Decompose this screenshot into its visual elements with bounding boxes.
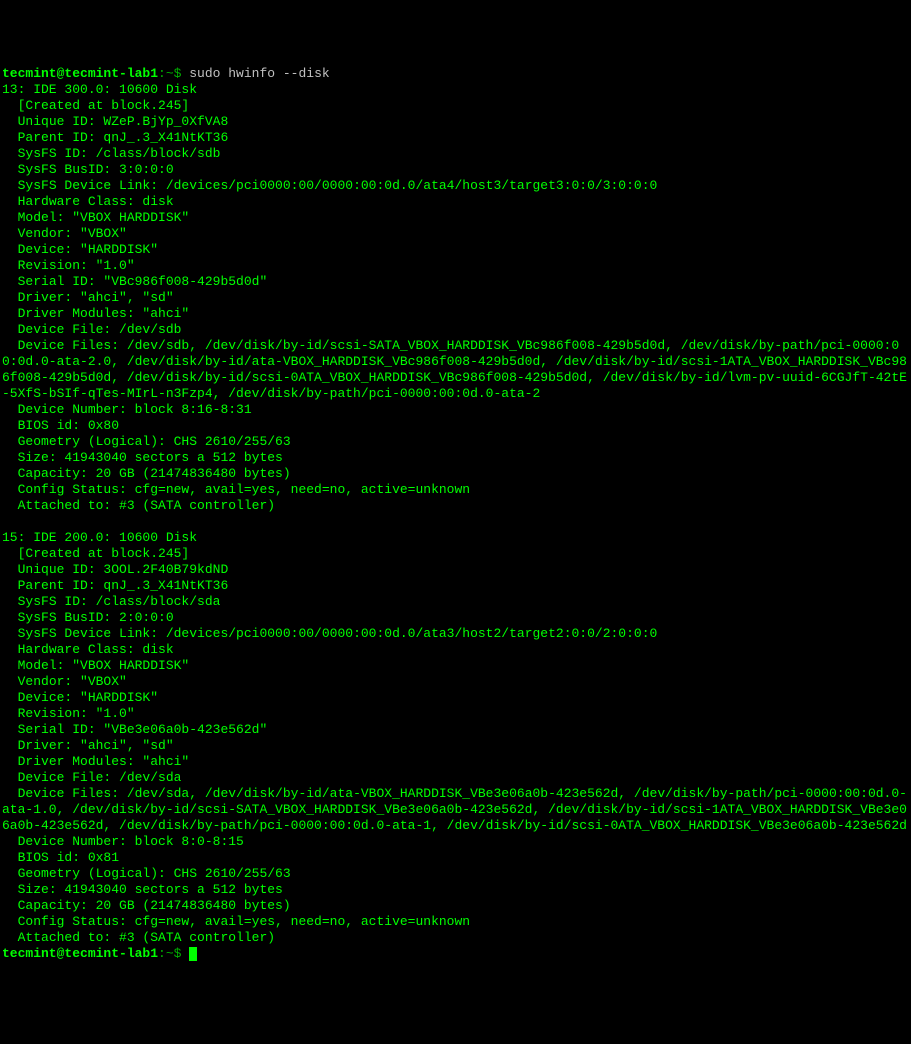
disk1-driver: Driver: "ahci", "sd" bbox=[2, 290, 174, 305]
disk2-capacity: Capacity: 20 GB (21474836480 bytes) bbox=[2, 898, 291, 913]
disk2-driver-modules: Driver Modules: "ahci" bbox=[2, 754, 189, 769]
prompt-path: :~$ bbox=[158, 66, 189, 81]
disk1-config-status: Config Status: cfg=new, avail=yes, need=… bbox=[2, 482, 470, 497]
disk1-model: Model: "VBOX HARDDISK" bbox=[2, 210, 189, 225]
disk1-capacity: Capacity: 20 GB (21474836480 bytes) bbox=[2, 466, 291, 481]
disk2-vendor: Vendor: "VBOX" bbox=[2, 674, 127, 689]
disk1-hw-class: Hardware Class: disk bbox=[2, 194, 174, 209]
disk1-geometry: Geometry (Logical): CHS 2610/255/63 bbox=[2, 434, 291, 449]
disk2-attached: Attached to: #3 (SATA controller) bbox=[2, 930, 275, 945]
disk1-parent-id: Parent ID: qnJ_.3_X41NtKT36 bbox=[2, 130, 228, 145]
disk1-created: [Created at block.245] bbox=[2, 98, 189, 113]
disk2-config-status: Config Status: cfg=new, avail=yes, need=… bbox=[2, 914, 470, 929]
disk2-device-file: Device File: /dev/sda bbox=[2, 770, 181, 785]
terminal-window[interactable]: tecmint@tecmint-lab1:~$ sudo hwinfo --di… bbox=[0, 64, 911, 964]
disk1-serial: Serial ID: "VBc986f008-429b5d0d" bbox=[2, 274, 267, 289]
prompt2-user-host: tecmint@tecmint-lab1 bbox=[2, 946, 158, 961]
prompt2-path: :~$ bbox=[158, 946, 189, 961]
disk1-device-number: Device Number: block 8:16-8:31 bbox=[2, 402, 252, 417]
disk2-model: Model: "VBOX HARDDISK" bbox=[2, 658, 189, 673]
disk1-device-files: Device Files: /dev/sdb, /dev/disk/by-id/… bbox=[2, 338, 907, 401]
disk2-header: 15: IDE 200.0: 10600 Disk bbox=[2, 530, 197, 545]
disk1-header: 13: IDE 300.0: 10600 Disk bbox=[2, 82, 197, 97]
prompt-user-host: tecmint@tecmint-lab1 bbox=[2, 66, 158, 81]
disk2-device-files: Device Files: /dev/sda, /dev/disk/by-id/… bbox=[2, 786, 907, 833]
disk1-sysfs-busid: SysFS BusID: 3:0:0:0 bbox=[2, 162, 174, 177]
disk2-parent-id: Parent ID: qnJ_.3_X41NtKT36 bbox=[2, 578, 228, 593]
disk1-device: Device: "HARDDISK" bbox=[2, 242, 158, 257]
disk2-sysfs-devlink: SysFS Device Link: /devices/pci0000:00/0… bbox=[2, 626, 657, 641]
disk2-size: Size: 41943040 sectors a 512 bytes bbox=[2, 882, 283, 897]
disk1-sysfs-devlink: SysFS Device Link: /devices/pci0000:00/0… bbox=[2, 178, 657, 193]
disk2-sysfs-id: SysFS ID: /class/block/sda bbox=[2, 594, 220, 609]
disk1-bios-id: BIOS id: 0x80 bbox=[2, 418, 119, 433]
disk2-device: Device: "HARDDISK" bbox=[2, 690, 158, 705]
disk1-vendor: Vendor: "VBOX" bbox=[2, 226, 127, 241]
disk2-driver: Driver: "ahci", "sd" bbox=[2, 738, 174, 753]
disk1-device-file: Device File: /dev/sdb bbox=[2, 322, 181, 337]
disk2-device-number: Device Number: block 8:0-8:15 bbox=[2, 834, 244, 849]
disk2-bios-id: BIOS id: 0x81 bbox=[2, 850, 119, 865]
disk1-attached: Attached to: #3 (SATA controller) bbox=[2, 498, 275, 513]
disk2-sysfs-busid: SysFS BusID: 2:0:0:0 bbox=[2, 610, 174, 625]
disk2-unique-id: Unique ID: 3OOL.2F40B79kdND bbox=[2, 562, 228, 577]
cursor[interactable] bbox=[189, 947, 197, 961]
disk1-size: Size: 41943040 sectors a 512 bytes bbox=[2, 450, 283, 465]
disk2-geometry: Geometry (Logical): CHS 2610/255/63 bbox=[2, 866, 291, 881]
disk2-hw-class: Hardware Class: disk bbox=[2, 642, 174, 657]
disk1-driver-modules: Driver Modules: "ahci" bbox=[2, 306, 189, 321]
command-input: sudo hwinfo --disk bbox=[189, 66, 329, 81]
disk2-serial: Serial ID: "VBe3e06a0b-423e562d" bbox=[2, 722, 267, 737]
disk2-revision: Revision: "1.0" bbox=[2, 706, 135, 721]
disk1-sysfs-id: SysFS ID: /class/block/sdb bbox=[2, 146, 220, 161]
disk1-unique-id: Unique ID: WZeP.BjYp_0XfVA8 bbox=[2, 114, 228, 129]
disk2-created: [Created at block.245] bbox=[2, 546, 189, 561]
disk1-revision: Revision: "1.0" bbox=[2, 258, 135, 273]
